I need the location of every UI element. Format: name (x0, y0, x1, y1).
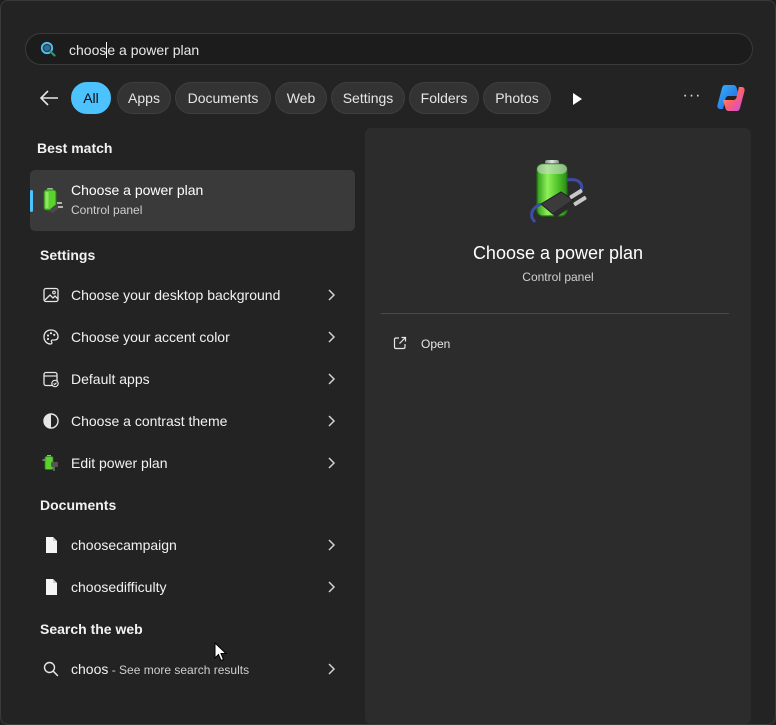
back-arrow-icon[interactable] (37, 87, 61, 109)
settings-item-edit-power-plan[interactable]: Edit power plan (30, 443, 355, 483)
settings-item-label: Choose a contrast theme (71, 413, 228, 429)
settings-item-label: Default apps (71, 371, 150, 387)
more-options-button[interactable]: ··· (681, 87, 703, 109)
document-item-choosedifficulty[interactable]: choosedifficulty (30, 567, 355, 607)
filter-chip-all[interactable]: All (71, 82, 111, 114)
settings-header: Settings (40, 247, 96, 263)
settings-item-accent-color[interactable]: Choose your accent color (30, 317, 355, 357)
chevron-right-icon (328, 663, 336, 675)
image-icon (43, 287, 59, 303)
chevron-right-icon (328, 373, 336, 385)
open-label: Open (421, 337, 451, 351)
chevron-right-icon (328, 415, 336, 427)
preview-pane: Choose a power plan Control panel Open (365, 128, 751, 724)
web-search-suffix: - See more search results (108, 663, 250, 677)
filter-chip-label: Apps (128, 90, 160, 106)
search-input[interactable]: choose a power plan (69, 42, 199, 58)
filter-chip-apps[interactable]: Apps (117, 82, 171, 114)
settings-item-label: Choose your desktop background (71, 287, 281, 303)
document-icon (46, 537, 57, 553)
filter-chip-label: All (83, 90, 99, 106)
best-match-header: Best match (37, 140, 113, 156)
filter-chip-label: Folders (420, 90, 468, 106)
filter-chip-label: Settings (342, 90, 394, 106)
filter-chip-label: Photos (495, 90, 539, 106)
filter-chip-photos[interactable]: Photos (483, 82, 551, 114)
filter-chip-label: Documents (187, 90, 259, 106)
chevron-right-icon (328, 331, 336, 343)
power-plan-icon (42, 455, 58, 471)
best-match-result[interactable]: Choose a power plan Control panel (30, 170, 355, 231)
search-autocomplete-text: e a power plan (107, 42, 200, 58)
search-icon (43, 661, 59, 677)
chevron-right-icon (328, 539, 336, 551)
document-item-label: choosecampaign (71, 537, 177, 553)
filter-chip-documents[interactable]: Documents (175, 82, 271, 114)
web-search-label: choos - See more search results (71, 661, 249, 677)
filter-chip-web[interactable]: Web (275, 82, 327, 114)
filter-chip-label: Web (286, 90, 316, 106)
preview-title: Choose a power plan (472, 243, 644, 263)
best-match-title: Choose a power plan (71, 182, 204, 198)
document-icon (46, 579, 57, 595)
contrast-icon (43, 413, 59, 429)
mouse-pointer-icon (214, 642, 228, 662)
web-search-query: choos (71, 661, 109, 677)
battery-plug-icon (530, 160, 587, 224)
palette-icon (43, 329, 59, 345)
search-typed-text: choos (69, 42, 107, 58)
preview-subtitle: Control panel (522, 270, 594, 284)
selection-indicator (30, 190, 33, 212)
start-search-window: choose a power plan All Apps Documents W… (0, 0, 776, 725)
documents-header: Documents (40, 497, 117, 513)
chevron-right-icon (328, 289, 336, 301)
chevron-right-icon (328, 581, 336, 593)
best-match-subtitle: Control panel (71, 203, 143, 217)
preview-divider (381, 313, 729, 314)
copilot-icon[interactable] (715, 83, 747, 113)
battery-plug-icon (43, 188, 63, 213)
search-icon (40, 41, 56, 57)
chevron-right-icon (328, 457, 336, 469)
settings-item-contrast-theme[interactable]: Choose a contrast theme (30, 401, 355, 441)
play-icon[interactable] (569, 91, 585, 107)
settings-item-desktop-background[interactable]: Choose your desktop background (30, 275, 355, 315)
document-item-choosecampaign[interactable]: choosecampaign (30, 525, 355, 565)
search-web-header: Search the web (40, 621, 143, 637)
search-box[interactable]: choose a power plan (25, 33, 753, 65)
settings-item-label: Edit power plan (71, 455, 168, 471)
document-item-label: choosedifficulty (71, 579, 167, 595)
open-action[interactable]: Open (381, 328, 581, 358)
filter-chip-folders[interactable]: Folders (409, 82, 479, 114)
settings-item-label: Choose your accent color (71, 329, 230, 345)
filter-chip-settings[interactable]: Settings (331, 82, 405, 114)
more-options-label: ··· (682, 87, 702, 104)
open-external-icon (393, 336, 407, 350)
settings-item-default-apps[interactable]: Default apps (30, 359, 355, 399)
web-search-item[interactable]: choos - See more search results (30, 649, 355, 689)
default-apps-icon (43, 371, 59, 388)
